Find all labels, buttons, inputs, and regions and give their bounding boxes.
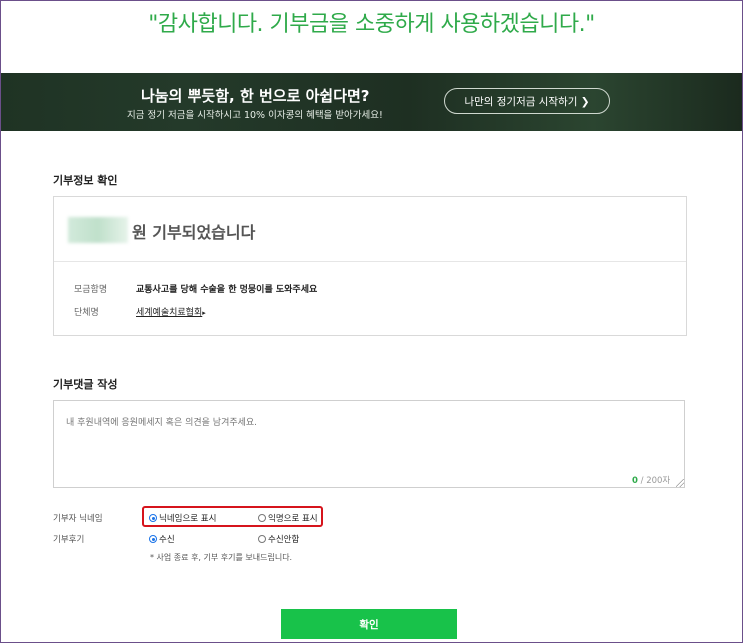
- radio-no-receive[interactable]: 수신안함: [258, 533, 299, 545]
- blurred-amount: [68, 217, 128, 243]
- donated-message: 원 기부되었습니다: [132, 223, 256, 242]
- review-label: 기부후기: [53, 535, 85, 545]
- radio-checked-icon: [149, 514, 157, 522]
- radio-anonymous-label: 익명으로 표시: [268, 514, 318, 524]
- banner-subtitle: 지금 정기 저금을 시작하시고 10% 이자콩의 혜택을 받아가세요!: [127, 110, 383, 121]
- start-savings-button[interactable]: 나만의 정기저금 시작하기 ❯: [444, 88, 610, 114]
- radio-checked-icon: [149, 535, 157, 543]
- radio-receive[interactable]: 수신: [149, 533, 175, 545]
- fund-value: 교통사고를 당해 수술을 한 멍뭉이를 도와주세요: [136, 285, 318, 295]
- donation-info-title: 기부정보 확인: [53, 174, 118, 187]
- divider: [54, 261, 686, 262]
- thanks-message: "감사합니다. 기부금을 소중하게 사용하겠습니다.": [148, 12, 595, 37]
- radio-nickname[interactable]: 닉네임으로 표시: [149, 512, 216, 524]
- org-label: 단체명: [74, 308, 99, 318]
- radio-nickname-label: 닉네임으로 표시: [159, 514, 217, 524]
- char-max: / 200자: [637, 476, 671, 486]
- radio-no-receive-label: 수신안함: [268, 535, 300, 545]
- org-link[interactable]: 세계예술치료협회: [136, 308, 202, 318]
- org-arrow-icon: ▸: [202, 309, 206, 317]
- review-note: * 사업 종료 후, 기부 후기를 보내드립니다.: [150, 553, 293, 562]
- nickname-label: 기부자 닉네임: [53, 514, 103, 524]
- comment-input[interactable]: [53, 400, 685, 488]
- comment-title: 기부댓글 작성: [53, 378, 118, 391]
- radio-unchecked-icon: [258, 535, 266, 543]
- radio-anonymous[interactable]: 익명으로 표시: [258, 512, 318, 524]
- fund-label: 모금함명: [74, 285, 108, 295]
- donation-info-box: 원 기부되었습니다 모금함명 교통사고를 당해 수술을 한 멍뭉이를 도와주세요…: [53, 196, 687, 336]
- radio-unchecked-icon: [258, 514, 266, 522]
- radio-receive-label: 수신: [159, 535, 175, 545]
- resize-grip-icon[interactable]: [676, 479, 684, 487]
- char-counter: 0 / 200자: [632, 474, 670, 486]
- org-link-wrap[interactable]: 세계예술치료협회▸: [136, 305, 206, 318]
- promo-banner[interactable]: 나눔의 뿌듯함, 한 번으로 아쉽다면? 지금 정기 저금을 시작하시고 10%…: [1, 73, 742, 131]
- confirm-button[interactable]: 확인: [281, 609, 457, 639]
- banner-title: 나눔의 뿌듯함, 한 번으로 아쉽다면?: [141, 87, 370, 105]
